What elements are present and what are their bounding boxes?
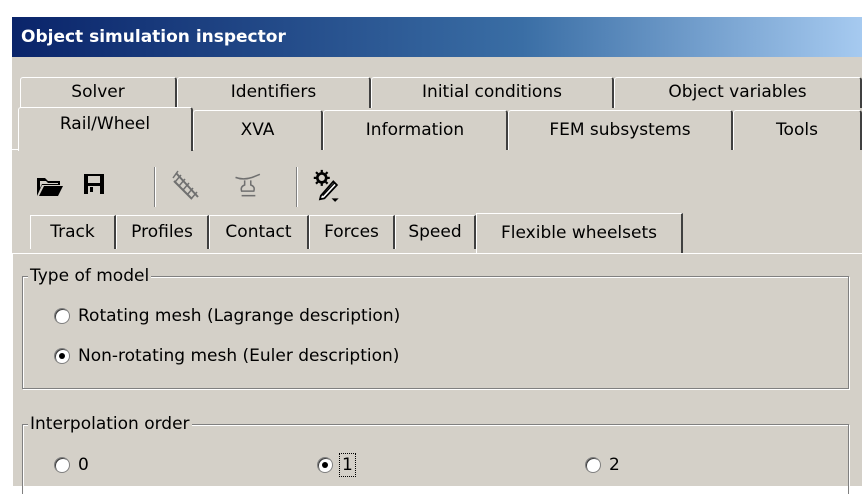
subtab-flexible-wheelsets[interactable]: Flexible wheelsets xyxy=(476,213,683,253)
radio-non-rotating-mesh[interactable]: Non-rotating mesh (Euler description) xyxy=(54,346,399,366)
radio-circle xyxy=(585,457,601,473)
folder-open-icon xyxy=(37,178,63,196)
radio-circle xyxy=(317,457,333,473)
radio-circle xyxy=(54,457,70,473)
toolbar-separator xyxy=(296,167,298,207)
tab-xva[interactable]: XVA xyxy=(193,110,323,150)
tab-tools[interactable]: Tools xyxy=(733,110,862,150)
subtab-contact[interactable]: Contact xyxy=(209,215,309,249)
track-button[interactable] xyxy=(172,169,204,201)
radio-order-2[interactable]: 2 xyxy=(585,455,620,475)
subtab-track[interactable]: Track xyxy=(30,215,116,249)
subtab-forces[interactable]: Forces xyxy=(309,215,395,249)
profile-button[interactable] xyxy=(234,169,266,201)
subtab-speed[interactable]: Speed xyxy=(395,215,476,249)
type-of-model-legend: Type of model xyxy=(28,266,152,286)
settings-edit-icon xyxy=(313,169,339,202)
radio-rotating-mesh[interactable]: Rotating mesh (Lagrange description) xyxy=(54,306,400,326)
radio-label: Rotating mesh (Lagrange description) xyxy=(78,306,401,326)
inspector-window: Object simulation inspector Solver Ident… xyxy=(12,17,862,494)
radio-label: 2 xyxy=(609,455,620,475)
radio-order-1[interactable]: 1 xyxy=(317,453,356,477)
radio-label: Non-rotating mesh (Euler description) xyxy=(78,346,400,366)
window-title: Object simulation inspector xyxy=(12,17,862,57)
toolbar-separator xyxy=(154,167,156,207)
radio-label: 1 xyxy=(339,453,356,477)
interpolation-order-legend: Interpolation order xyxy=(28,414,192,434)
type-of-model-group xyxy=(22,276,849,389)
save-icon xyxy=(84,174,104,194)
tab-rail-wheel[interactable]: Rail/Wheel xyxy=(18,107,193,151)
wheel-profile-icon xyxy=(235,173,261,197)
save-button[interactable] xyxy=(78,168,110,200)
tab-identifiers[interactable]: Identifiers xyxy=(177,77,371,108)
settings-edit-button[interactable] xyxy=(312,169,344,202)
tab-information[interactable]: Information xyxy=(323,110,508,150)
open-button[interactable] xyxy=(34,170,66,202)
tab-initial-conditions[interactable]: Initial conditions xyxy=(371,77,614,108)
track-icon xyxy=(172,170,199,200)
radio-circle xyxy=(54,308,70,324)
subtab-profiles[interactable]: Profiles xyxy=(116,215,209,249)
tab-object-variables[interactable]: Object variables xyxy=(614,77,862,108)
interpolation-order-group xyxy=(22,424,849,494)
tab-fem-subsystems[interactable]: FEM subsystems xyxy=(508,110,733,150)
tab-solver[interactable]: Solver xyxy=(20,77,177,108)
radio-label: 0 xyxy=(78,455,89,475)
radio-circle xyxy=(54,348,70,364)
flexible-wheelsets-panel: Type of model Rotating mesh (Lagrange de… xyxy=(12,253,862,494)
radio-order-0[interactable]: 0 xyxy=(54,455,89,475)
